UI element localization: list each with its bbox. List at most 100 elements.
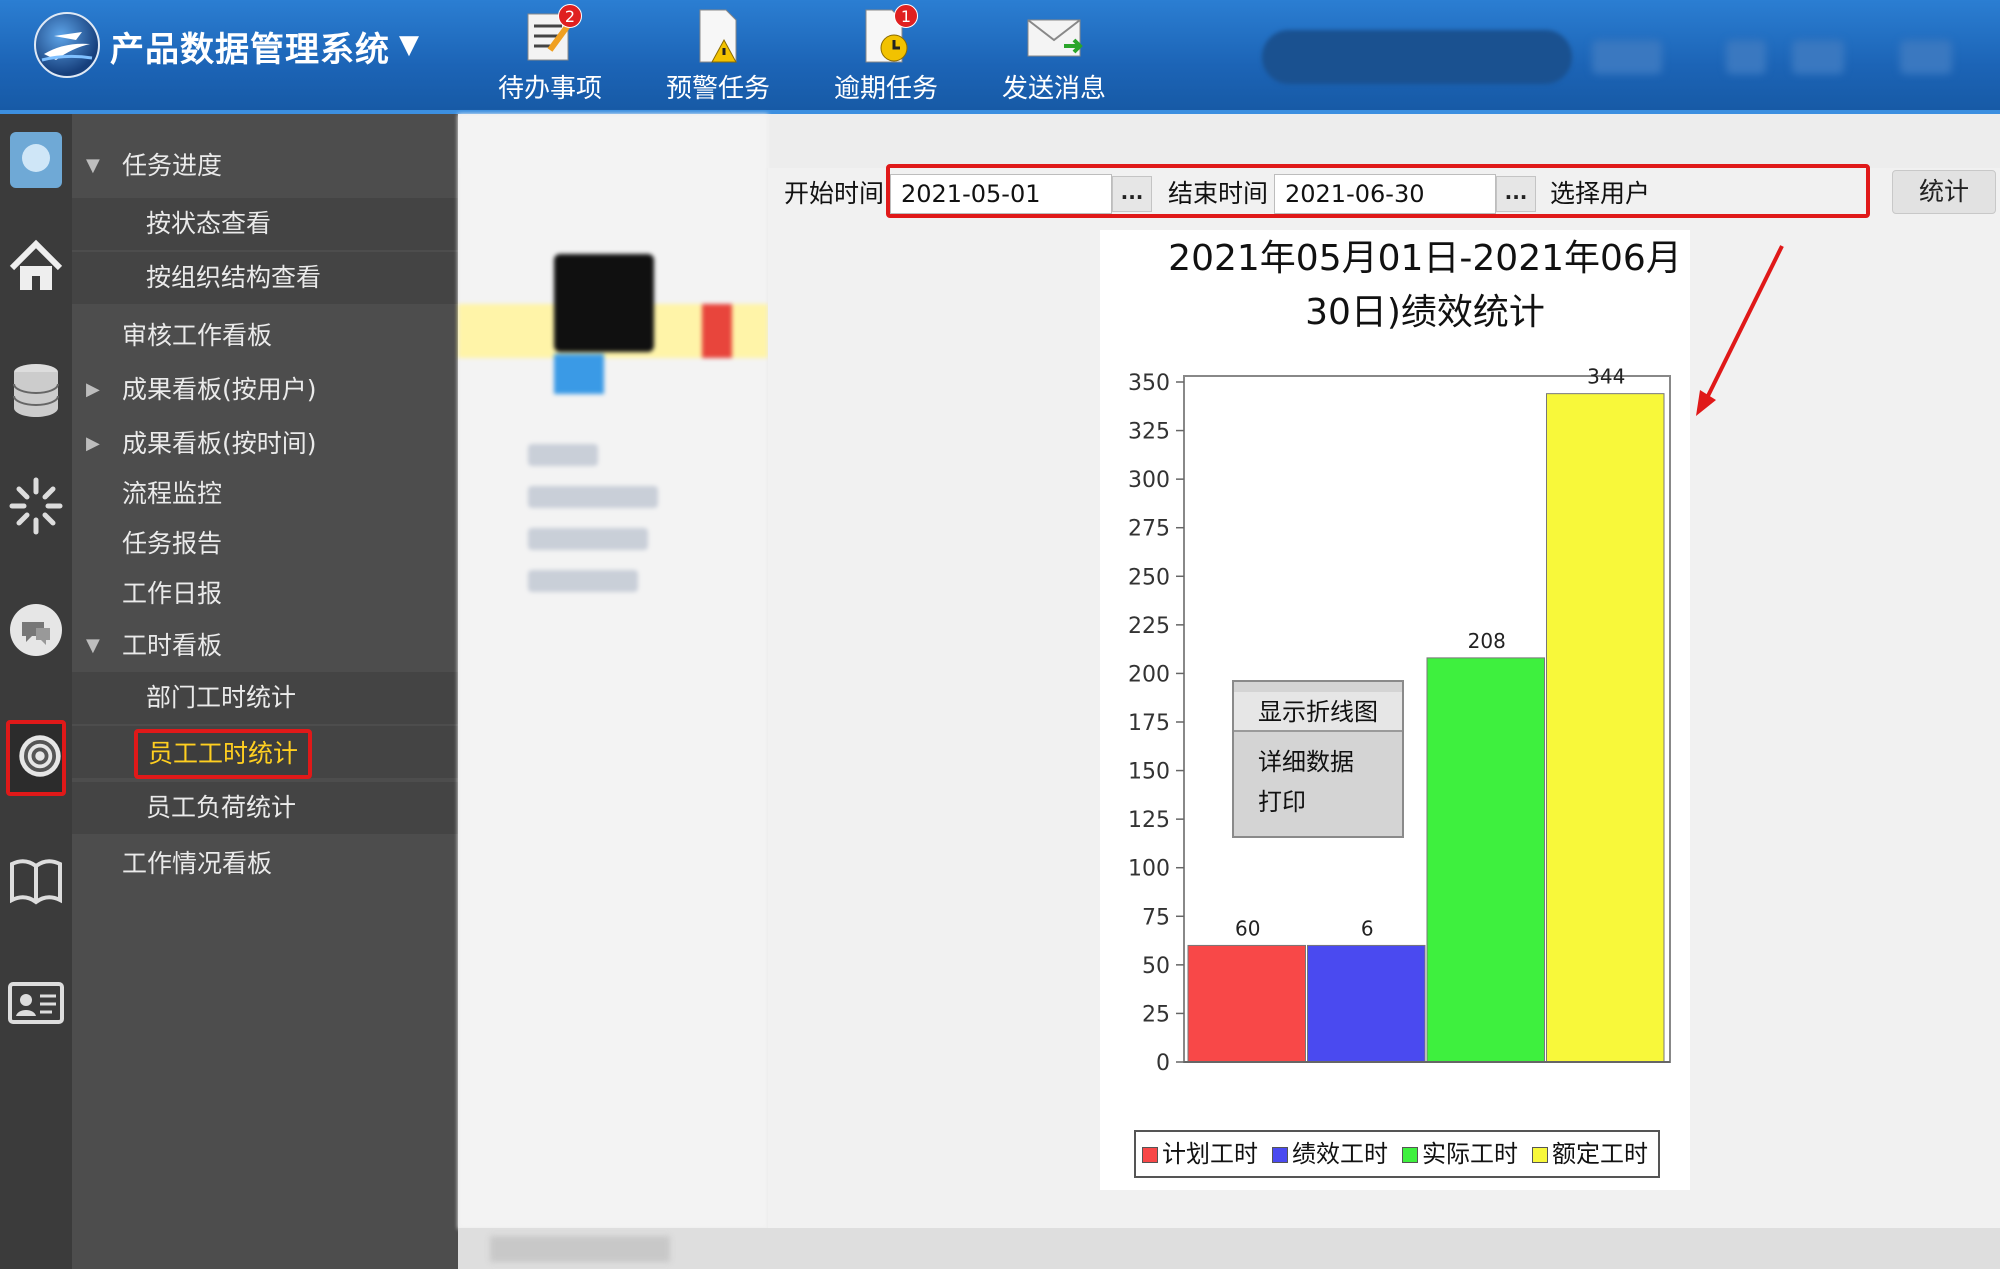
annotation-arrow-icon bbox=[1696, 245, 1784, 416]
nav-item-results-by-user[interactable]: ▶ 成果看板(按用户) bbox=[72, 364, 458, 416]
legend-label: 实际工时 bbox=[1422, 1140, 1518, 1168]
y-tick-label: 200 bbox=[1128, 662, 1170, 687]
nav-item-label: 按组织结构查看 bbox=[146, 263, 322, 292]
expand-arrow-icon[interactable]: ▼ bbox=[86, 620, 100, 672]
bar-value-label: 344 bbox=[1587, 365, 1625, 389]
statistics-button[interactable]: 统计 bbox=[1892, 170, 1996, 214]
chart-legend: 计划工时 绩效工时 实际工时 额定工时 bbox=[1134, 1130, 1660, 1178]
bar-value-label: 6 bbox=[1361, 916, 1374, 940]
app-title: 产品数据管理系统 bbox=[110, 30, 390, 70]
nav-item-daily-report[interactable]: 工作日报 bbox=[72, 568, 458, 620]
legend-item: 绩效工时 bbox=[1272, 1132, 1388, 1176]
overdue-badge: 1 bbox=[894, 4, 918, 28]
nav-item-label: 工作情况看板 bbox=[122, 849, 273, 878]
todo-badge: 2 bbox=[558, 4, 582, 28]
avatar bbox=[554, 354, 604, 394]
y-tick-label: 225 bbox=[1128, 614, 1170, 639]
menu-item-detail-data[interactable]: 详细数据 bbox=[1234, 742, 1402, 782]
bar bbox=[1426, 657, 1545, 1063]
filter-highlight-box bbox=[886, 164, 1870, 218]
avatar bbox=[554, 254, 654, 352]
bottom-tab[interactable] bbox=[490, 1236, 670, 1262]
bar bbox=[1187, 944, 1306, 1063]
legend-item: 计划工时 bbox=[1142, 1132, 1258, 1176]
bar-value-label: 208 bbox=[1468, 629, 1506, 653]
toolbar-warning-label: 预警任务 bbox=[665, 74, 770, 104]
nav-item-hours-board[interactable]: ▼ 工时看板 bbox=[72, 620, 458, 672]
nav-item-by-status[interactable]: 按状态查看 bbox=[72, 198, 458, 250]
nav-item-label: 员工工时统计 bbox=[134, 729, 313, 779]
menu-item-print[interactable]: 打印 bbox=[1234, 782, 1402, 822]
legend-label: 额定工时 bbox=[1552, 1140, 1648, 1168]
expand-arrow-icon[interactable]: ▶ bbox=[86, 364, 100, 416]
y-tick-label: 50 bbox=[1142, 954, 1170, 979]
legend-label: 绩效工时 bbox=[1292, 1140, 1388, 1168]
header-settings-button[interactable] bbox=[1792, 40, 1844, 74]
toolbar-warning-button[interactable]: 预警任务 bbox=[648, 6, 788, 106]
expand-arrow-icon[interactable]: ▶ bbox=[86, 418, 100, 470]
nav-item-review-board[interactable]: 审核工作看板 bbox=[72, 310, 458, 362]
legend-swatch-icon bbox=[1272, 1147, 1288, 1163]
y-tick-label: 25 bbox=[1142, 1002, 1170, 1027]
app-logo-icon bbox=[34, 12, 100, 78]
header-menu-button[interactable] bbox=[1726, 40, 1766, 74]
nav-item-work-status-board[interactable]: 工作情况看板 bbox=[72, 838, 458, 890]
y-tick-label: 300 bbox=[1128, 468, 1170, 493]
legend-label: 计划工时 bbox=[1162, 1140, 1258, 1168]
book-icon[interactable] bbox=[6, 848, 66, 912]
y-tick-label: 175 bbox=[1128, 711, 1170, 736]
y-tick-label: 150 bbox=[1128, 760, 1170, 785]
nav-item-task-report[interactable]: 任务报告 bbox=[72, 518, 458, 570]
list-item[interactable] bbox=[528, 570, 638, 592]
list-item[interactable] bbox=[528, 528, 648, 550]
bar bbox=[1546, 393, 1665, 1063]
nav-item-employee-hours[interactable]: 员工工时统计 bbox=[72, 726, 458, 779]
header-user-button[interactable] bbox=[1592, 40, 1662, 74]
legend-item: 额定工时 bbox=[1532, 1132, 1648, 1176]
chart-context-menu: 显示折线图 详细数据 打印 bbox=[1232, 680, 1404, 838]
nav-item-results-by-time[interactable]: ▶ 成果看板(按时间) bbox=[72, 418, 458, 470]
list-item[interactable] bbox=[528, 486, 658, 508]
nav-item-employee-load[interactable]: 员工负荷统计 bbox=[72, 782, 458, 834]
avatar-icon[interactable] bbox=[6, 128, 66, 192]
nav-item-process-monitor[interactable]: 流程监控 bbox=[72, 468, 458, 520]
header-exit-button[interactable] bbox=[1900, 40, 1952, 74]
nav-item-label: 审核工作看板 bbox=[122, 321, 273, 350]
status-bar bbox=[458, 1228, 2000, 1269]
icon-sidebar bbox=[0, 114, 72, 1269]
legend-swatch-icon bbox=[1402, 1147, 1418, 1163]
y-tick-label: 275 bbox=[1128, 517, 1170, 542]
target-icon[interactable] bbox=[6, 720, 66, 796]
nav-item-by-organization[interactable]: 按组织结构查看 bbox=[72, 252, 458, 304]
nav-item-department-hours[interactable]: 部门工时统计 bbox=[72, 672, 458, 724]
loading-icon[interactable] bbox=[6, 474, 66, 538]
y-tick-label: 125 bbox=[1128, 808, 1170, 833]
y-tick-label: 325 bbox=[1128, 420, 1170, 445]
y-tick-label: 100 bbox=[1128, 857, 1170, 882]
nav-item-label: 流程监控 bbox=[122, 479, 223, 508]
id-card-icon[interactable] bbox=[6, 970, 66, 1034]
chat-icon[interactable] bbox=[6, 598, 66, 662]
app-title-chevron-down-icon[interactable]: ▼ bbox=[394, 30, 424, 60]
list-item[interactable] bbox=[528, 444, 598, 466]
bar bbox=[1307, 944, 1426, 1063]
toolbar-todo-label: 待办事项 bbox=[497, 74, 602, 104]
mail-icon bbox=[1024, 6, 1084, 64]
chart-title: 2021年05月01日-2021年06月30日)绩效统计 bbox=[1168, 238, 1682, 333]
todo-icon: 2 bbox=[520, 4, 582, 64]
nav-item-label: 部门工时统计 bbox=[146, 683, 297, 712]
nav-item-label: 工时看板 bbox=[122, 631, 223, 660]
toolbar-send-message-button[interactable]: 发送消息 bbox=[984, 6, 1124, 106]
home-icon[interactable] bbox=[6, 234, 66, 298]
database-icon[interactable] bbox=[6, 358, 66, 422]
toolbar-todo-button[interactable]: 2 待办事项 bbox=[480, 4, 620, 106]
header-search-input[interactable] bbox=[1262, 30, 1572, 84]
nav-item-label: 按状态查看 bbox=[146, 209, 272, 238]
start-time-label: 开始时间 bbox=[784, 179, 885, 208]
menu-item-show-line-chart[interactable]: 显示折线图 bbox=[1234, 692, 1402, 732]
toolbar-overdue-button[interactable]: 1 逾期任务 bbox=[816, 4, 956, 106]
nav-item-task-progress[interactable]: ▼ 任务进度 bbox=[72, 140, 458, 192]
expand-arrow-icon[interactable]: ▼ bbox=[86, 140, 100, 192]
user-list-panel bbox=[458, 114, 768, 1229]
toolbar-overdue-label: 逾期任务 bbox=[833, 74, 938, 104]
